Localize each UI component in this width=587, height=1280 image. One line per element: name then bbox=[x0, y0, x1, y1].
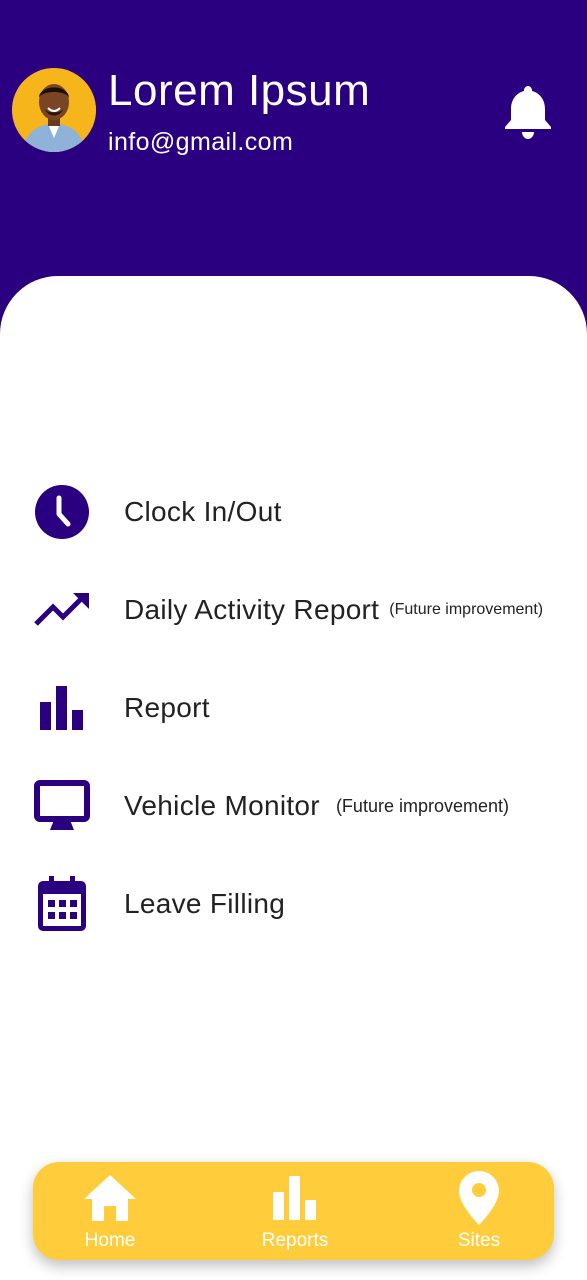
user-name: Lorem Ipsum bbox=[108, 66, 371, 115]
nav-item-reports[interactable]: Reports bbox=[240, 1170, 350, 1256]
app-header: Lorem Ipsum info@gmail.com bbox=[0, 0, 587, 300]
trending-up-icon bbox=[30, 578, 94, 642]
calendar-icon bbox=[30, 872, 94, 936]
location-pin-icon bbox=[458, 1170, 500, 1226]
nav-item-sites[interactable]: Sites bbox=[424, 1170, 534, 1256]
notification-bell-icon[interactable] bbox=[502, 82, 554, 140]
nav-label: Home bbox=[84, 1230, 136, 1251]
clock-icon bbox=[30, 480, 94, 544]
profile-photo bbox=[12, 68, 96, 152]
future-improvement-note: (Future improvement) bbox=[389, 601, 544, 618]
menu-label: Clock In/Out bbox=[124, 496, 282, 527]
menu-item-leave-filling[interactable]: Leave Filling bbox=[30, 872, 570, 936]
avatar[interactable] bbox=[12, 68, 96, 152]
menu-item-report[interactable]: Report bbox=[30, 676, 570, 740]
nav-label: Sites bbox=[457, 1230, 501, 1251]
nav-item-home[interactable]: Home bbox=[55, 1170, 165, 1256]
monitor-icon bbox=[30, 774, 94, 838]
user-email: info@gmail.com bbox=[108, 128, 294, 156]
menu-label: Vehicle Monitor bbox=[124, 790, 320, 821]
menu-label: Daily Activity Report bbox=[124, 594, 380, 625]
bar-chart-icon bbox=[272, 1170, 318, 1226]
menu-label: Leave Filling bbox=[124, 888, 286, 919]
future-improvement-note: (Future improvement) bbox=[335, 795, 509, 816]
menu-item-vehicle-monitor[interactable]: Vehicle Monitor (Future improvement) bbox=[30, 774, 570, 838]
menu-item-clock-in-out[interactable]: Clock In/Out bbox=[30, 480, 570, 544]
home-icon bbox=[83, 1170, 137, 1226]
menu-item-daily-activity-report[interactable]: Daily Activity Report (Future improvemen… bbox=[30, 578, 570, 642]
menu-label: Report bbox=[124, 692, 210, 723]
bar-chart-icon bbox=[30, 676, 94, 740]
bottom-navigation: Home Reports Sites bbox=[33, 1162, 554, 1260]
nav-label: Reports bbox=[261, 1230, 329, 1251]
main-card: Clock In/Out Daily Activity Report (Futu… bbox=[0, 276, 587, 1280]
